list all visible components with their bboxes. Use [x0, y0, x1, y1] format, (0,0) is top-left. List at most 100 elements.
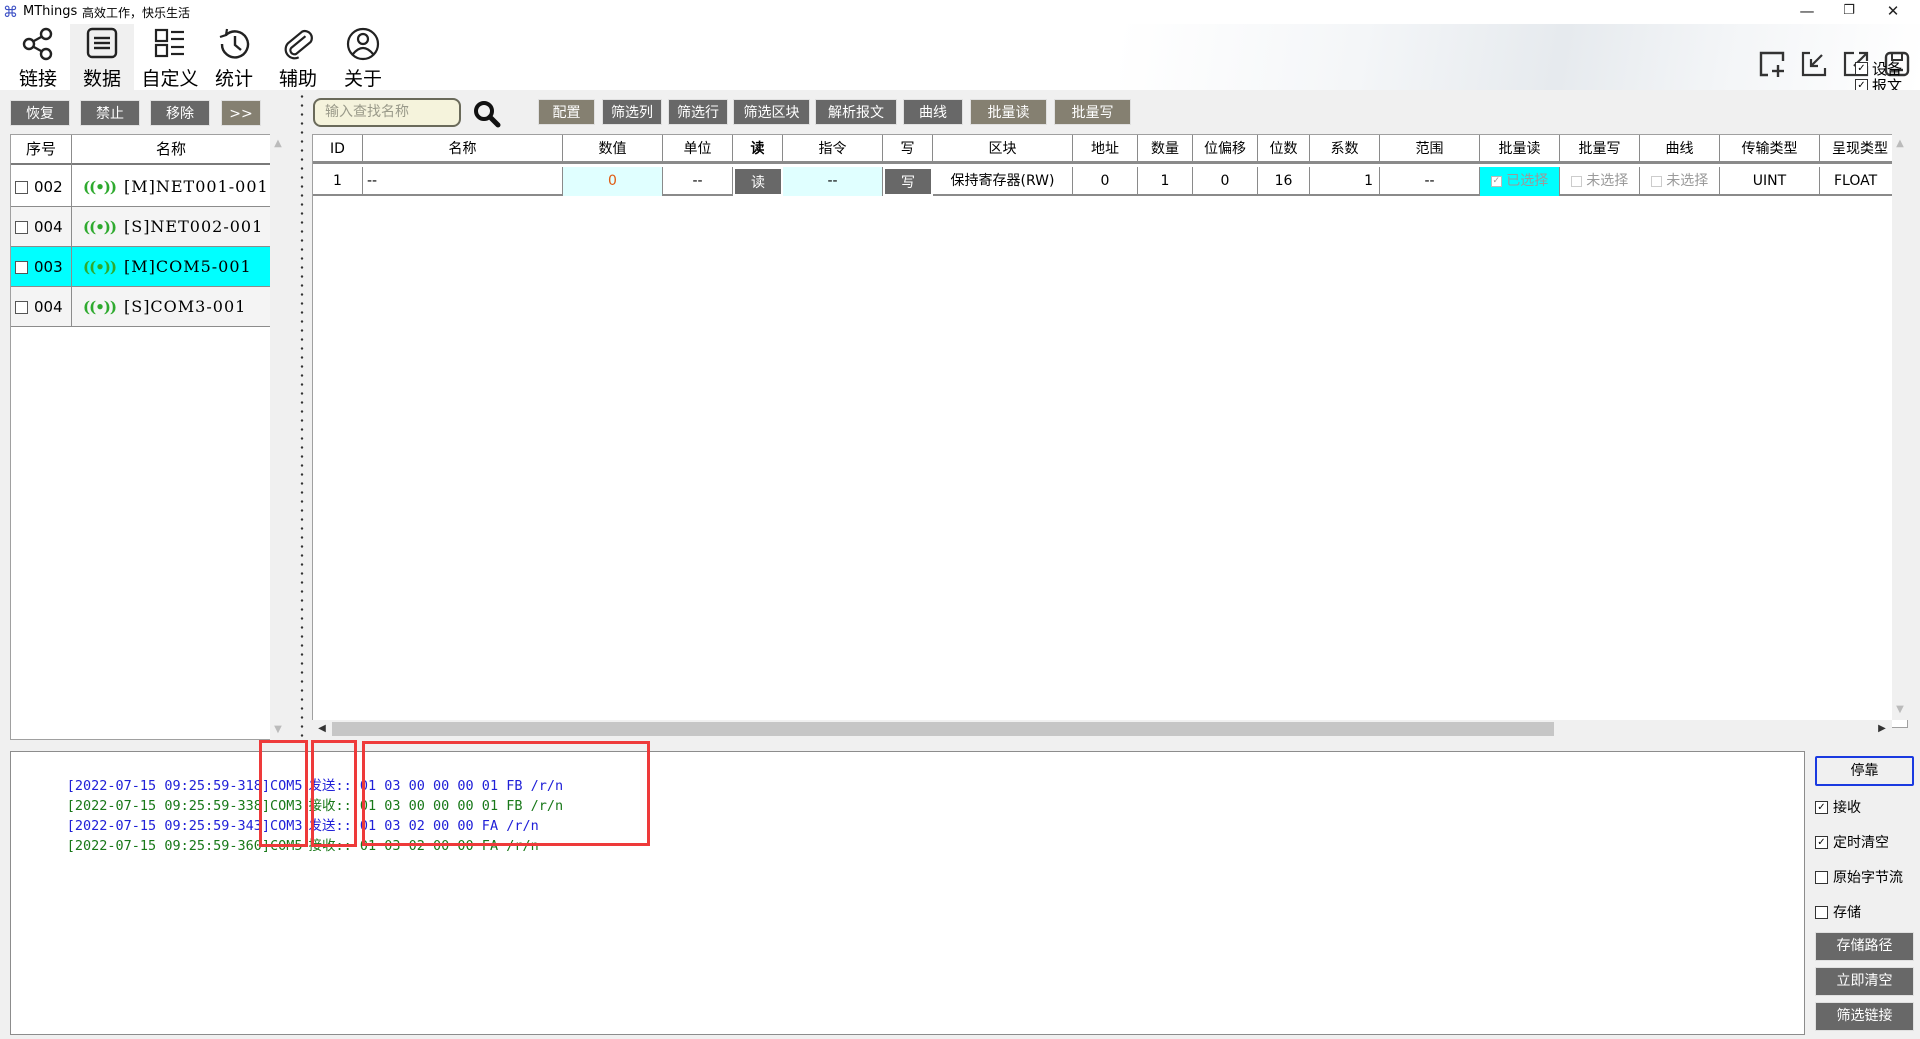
search-input[interactable]: 输入查找名称 — [313, 98, 461, 127]
col-batch-write[interactable]: 批量写 — [1560, 135, 1640, 164]
store-option[interactable]: 存储 — [1815, 902, 1861, 922]
checkbox[interactable]: ✓ — [1815, 800, 1828, 814]
raw-bytes-option[interactable]: 原始字节流 — [1815, 867, 1903, 887]
receive-option[interactable]: ✓ 接收 — [1815, 797, 1861, 817]
col-curve[interactable]: 曲线 — [1640, 135, 1720, 164]
read-button[interactable]: 读 — [733, 167, 783, 196]
nav-link[interactable]: 链接 — [6, 24, 70, 90]
search-icon[interactable] — [473, 100, 501, 128]
close-button[interactable]: ✕ — [1870, 0, 1916, 22]
curve-label: 未选择 — [1666, 173, 1709, 189]
cell-count: 1 — [1138, 167, 1193, 196]
minimize-button[interactable]: — — [1784, 0, 1830, 22]
col-bits[interactable]: 位数 — [1258, 135, 1310, 164]
batch-read-checkbox[interactable]: ✓ — [1490, 175, 1502, 187]
write-button[interactable]: 写 — [883, 167, 933, 196]
cell-curve[interactable]: 未选择 — [1640, 167, 1720, 196]
col-name[interactable]: 名称 — [71, 135, 271, 163]
row-checkbox[interactable] — [15, 180, 28, 194]
nav-about[interactable]: 关于 — [331, 24, 395, 90]
scroll-up-icon[interactable]: ▲ — [270, 136, 286, 152]
batch-write-checkbox[interactable] — [1570, 175, 1582, 187]
filter-rows-button[interactable]: 筛选行 — [668, 99, 728, 125]
paperclip-icon — [284, 29, 313, 60]
show-message-check[interactable]: ✓ 报文 — [1854, 75, 1902, 90]
device-row[interactable]: 004 ((•)) [S]NET002-001 — [11, 207, 271, 247]
nav-assist[interactable]: 辅助 — [266, 24, 330, 90]
cell-batch-write[interactable]: 未选择 — [1560, 167, 1640, 196]
batch-read-button[interactable]: 批量读 — [970, 99, 1047, 125]
config-button[interactable]: 配置 — [538, 99, 595, 125]
col-command[interactable]: 指令 — [783, 135, 883, 164]
scroll-down-icon[interactable]: ▼ — [1892, 702, 1908, 718]
device-row[interactable]: 004 ((•)) [S]COM3-001 — [11, 287, 271, 327]
restore-button[interactable]: 恢复 — [10, 100, 70, 126]
col-count[interactable]: 数量 — [1138, 135, 1193, 164]
col-transfer-type[interactable]: 传输类型 — [1720, 135, 1820, 164]
row-checkbox[interactable] — [15, 260, 28, 274]
checkbox[interactable] — [1815, 905, 1828, 919]
nav-custom[interactable]: 自定义 — [135, 24, 205, 90]
storage-path-button[interactable]: 存储路径 — [1815, 932, 1914, 961]
clear-now-button[interactable]: 立即清空 — [1815, 967, 1914, 996]
row-checkbox[interactable] — [15, 300, 28, 314]
row-checkbox[interactable] — [15, 220, 28, 234]
register-row[interactable]: 1 -- 0 -- 读 -- 写 保持寄存器(RW) 0 1 0 16 1 --… — [313, 167, 1907, 196]
auto-clear-option[interactable]: ✓ 定时清空 — [1815, 832, 1889, 852]
device-row-selected[interactable]: 003 ((•)) [M]COM5-001 — [11, 247, 271, 287]
checkbox[interactable]: ✓ — [1854, 79, 1868, 90]
column-divider — [71, 135, 72, 327]
col-unit[interactable]: 单位 — [663, 135, 733, 164]
nav-data[interactable]: 数据 — [70, 24, 134, 90]
col-block[interactable]: 区块 — [933, 135, 1073, 164]
col-bit-offset[interactable]: 位偏移 — [1193, 135, 1258, 164]
log-time: [2022-07-15 09:25:59-318] — [66, 778, 270, 794]
filter-links-button[interactable]: 筛选链接 — [1815, 1002, 1914, 1031]
register-table-vscroll[interactable]: ▲ ▼ — [1892, 134, 1908, 720]
col-id[interactable]: ID — [313, 135, 363, 164]
checkbox[interactable]: ✓ — [1854, 62, 1868, 75]
disable-button[interactable]: 禁止 — [80, 100, 140, 126]
col-range[interactable]: 范围 — [1380, 135, 1480, 164]
filter-columns-button[interactable]: 筛选列 — [602, 99, 662, 125]
batch-write-button[interactable]: 批量写 — [1054, 99, 1131, 125]
add-window-icon[interactable] — [1758, 50, 1786, 78]
scroll-up-icon[interactable]: ▲ — [1892, 136, 1908, 152]
checkbox[interactable] — [1815, 870, 1828, 884]
col-address[interactable]: 地址 — [1073, 135, 1138, 164]
checkbox[interactable]: ✓ — [1815, 835, 1828, 849]
scroll-left-icon[interactable]: ◀ — [314, 721, 330, 737]
col-read[interactable]: 读 — [733, 135, 783, 164]
curve-button[interactable]: 曲线 — [903, 99, 963, 125]
device-row[interactable]: 002 ((•)) [M]NET001-001 — [11, 167, 271, 207]
col-name[interactable]: 名称 — [363, 135, 563, 164]
cell-transfer-type: UINT — [1720, 167, 1820, 196]
col-seq[interactable]: 序号 — [11, 135, 71, 163]
register-table-hscroll[interactable]: ◀ ▶ — [312, 720, 1892, 738]
curve-checkbox[interactable] — [1650, 175, 1662, 187]
scroll-down-icon[interactable]: ▼ — [270, 722, 286, 738]
import-icon[interactable] — [1800, 50, 1828, 78]
col-batch-read[interactable]: 批量读 — [1480, 135, 1560, 164]
expand-button[interactable]: >> — [221, 100, 261, 126]
parse-message-button[interactable]: 解析报文 — [815, 99, 897, 125]
panel-splitter[interactable] — [297, 92, 307, 742]
device-list-header: 序号 名称 — [11, 135, 271, 165]
nav-stats[interactable]: 统计 — [202, 24, 266, 90]
cell-value[interactable]: 0 — [563, 167, 663, 196]
col-coef[interactable]: 系数 — [1310, 135, 1380, 164]
restore-button[interactable]: ❐ — [1826, 0, 1872, 22]
signal-icon: ((•)) — [83, 218, 117, 236]
col-value[interactable]: 数值 — [563, 135, 663, 164]
cell-id: 1 — [313, 167, 363, 196]
scroll-right-icon[interactable]: ▶ — [1874, 721, 1890, 737]
dock-button[interactable]: 停靠 — [1815, 756, 1914, 786]
cell-batch-read[interactable]: ✓ 已选择 — [1480, 167, 1560, 196]
device-list-scrollbar[interactable]: ▲ ▼ — [270, 134, 286, 740]
hscroll-thumb[interactable] — [332, 722, 1554, 736]
remove-button[interactable]: 移除 — [150, 100, 210, 126]
filter-blocks-button[interactable]: 筛选区块 — [733, 99, 810, 125]
cell-name[interactable]: -- — [363, 167, 563, 196]
col-write[interactable]: 写 — [883, 135, 933, 164]
cell-command[interactable]: -- — [783, 167, 883, 196]
